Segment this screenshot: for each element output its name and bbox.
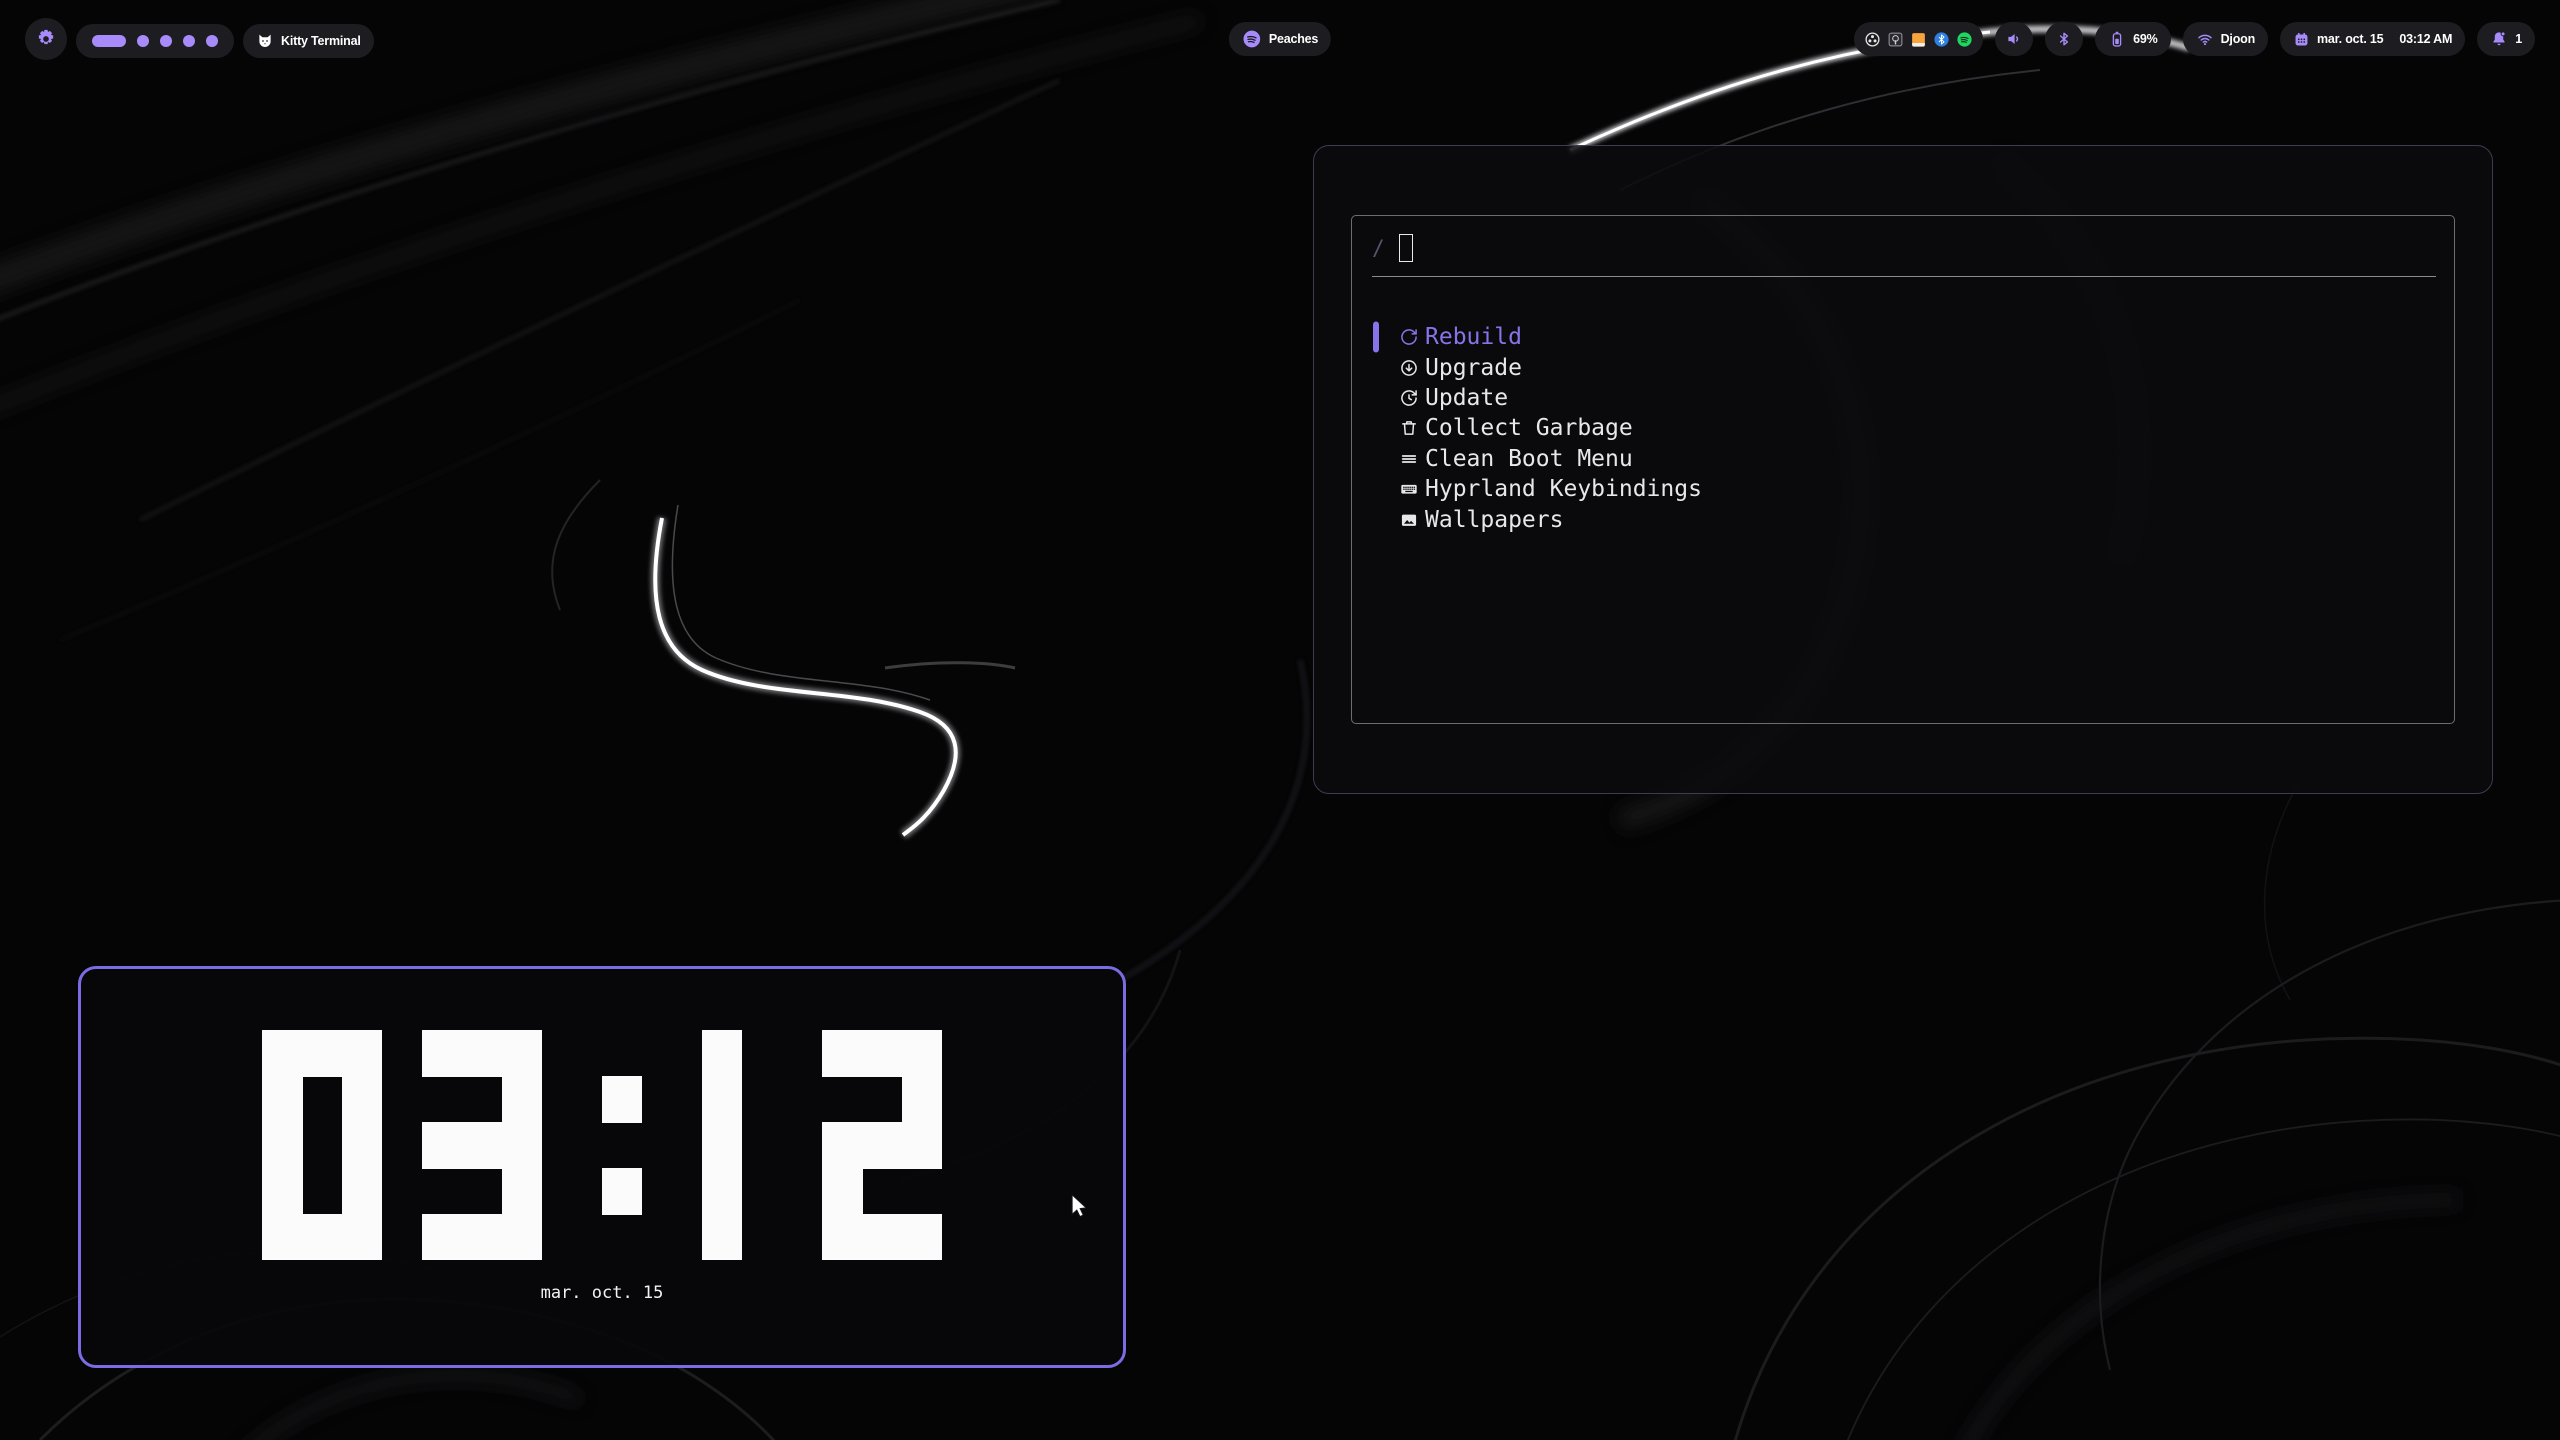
- launcher-menu-inner: / Rebuild Upgrade: [1351, 215, 2455, 724]
- menu-item-rebuild[interactable]: Rebuild: [1373, 322, 2434, 352]
- menu-item-label: Hyprland Keybindings: [1425, 476, 1702, 502]
- bar-left-group: Kitty Terminal: [25, 22, 374, 60]
- menu-item-label: Rebuild: [1425, 324, 1522, 350]
- desktop: Kitty Terminal Peaches: [0, 0, 2560, 1440]
- image-icon: [1399, 510, 1419, 530]
- workspaces-pill: [76, 24, 234, 58]
- selection-indicator: [1373, 322, 1379, 353]
- tray-obs-icon[interactable]: [1864, 31, 1881, 48]
- datetime-pill[interactable]: mar. oct. 15 03:12 AM: [2280, 22, 2465, 56]
- clock-widget: mar. oct. 15: [78, 966, 1126, 1368]
- network-pill[interactable]: Djoon: [2183, 22, 2268, 56]
- clock-glyph-2: [822, 1030, 942, 1260]
- menu-item-label: Upgrade: [1425, 355, 1522, 381]
- menu-item-collect-garbage[interactable]: Collect Garbage: [1373, 413, 2434, 443]
- launcher-button[interactable]: [25, 18, 67, 60]
- keyboard-icon: [1399, 479, 1419, 499]
- active-window-title: Kitty Terminal: [281, 34, 361, 48]
- spotify-icon: [1242, 29, 1262, 49]
- menu-item-hyprland-keybindings[interactable]: Hyprland Keybindings: [1373, 474, 2434, 504]
- bell-icon: [2490, 30, 2508, 48]
- tray-bluetooth-icon[interactable]: [1933, 31, 1950, 48]
- volume-button[interactable]: [1995, 22, 2033, 56]
- nix-gear-icon: [35, 28, 57, 50]
- battery-percent: 69%: [2133, 32, 2157, 46]
- notifications-pill[interactable]: 1: [2477, 22, 2535, 56]
- battery-pill[interactable]: 69%: [2095, 22, 2170, 56]
- datetime-time: 03:12 AM: [2399, 32, 2452, 46]
- menu-item-clean-boot-menu[interactable]: Clean Boot Menu: [1373, 444, 2434, 474]
- bar-center-group: Peaches: [1229, 22, 1331, 56]
- menu-item-label: Collect Garbage: [1425, 415, 1633, 441]
- search-input[interactable]: /: [1372, 228, 1413, 268]
- network-ssid: Djoon: [2221, 32, 2255, 46]
- workspace-dot-1[interactable]: [92, 35, 126, 47]
- rebuild-icon: [1399, 327, 1419, 347]
- bluetooth-icon: [2055, 30, 2073, 48]
- cat-icon: [256, 32, 274, 50]
- search-prompt: /: [1372, 236, 1385, 260]
- workspace-dot-5[interactable]: [206, 35, 218, 47]
- media-title: Peaches: [1269, 32, 1318, 46]
- clock-glyph-0: [262, 1030, 382, 1260]
- clock-date: mar. oct. 15: [81, 1283, 1123, 1303]
- clock-glyph-1: [702, 1030, 742, 1260]
- bluetooth-button[interactable]: [2045, 22, 2083, 56]
- menu-list: Rebuild Upgrade Update: [1373, 322, 2434, 535]
- speaker-icon: [2005, 30, 2023, 48]
- datetime-date: mar. oct. 15: [2317, 32, 2383, 46]
- menu-item-upgrade[interactable]: Upgrade: [1373, 352, 2434, 382]
- wifi-icon: [2196, 30, 2214, 48]
- battery-icon: [2108, 30, 2126, 48]
- bar-right-group: 69% Djoon: [1854, 22, 2535, 56]
- text-cursor: [1399, 234, 1413, 262]
- workspace-dot-3[interactable]: [160, 35, 172, 47]
- tray-spotify-icon[interactable]: [1956, 31, 1973, 48]
- workspace-dot-4[interactable]: [183, 35, 195, 47]
- upgrade-icon: [1399, 358, 1419, 378]
- clock-glyph-3: [422, 1030, 542, 1260]
- update-icon: [1399, 388, 1419, 408]
- clock-time-display: [262, 1030, 942, 1260]
- media-pill[interactable]: Peaches: [1229, 22, 1331, 56]
- menu-item-label: Wallpapers: [1425, 507, 1563, 533]
- menu-item-update[interactable]: Update: [1373, 383, 2434, 413]
- menu-item-label: Update: [1425, 385, 1508, 411]
- search-separator: [1372, 276, 2436, 277]
- active-window-pill[interactable]: Kitty Terminal: [243, 24, 374, 58]
- calendar-icon: [2293, 31, 2310, 48]
- trash-icon: [1399, 418, 1419, 438]
- mouse-cursor: [1064, 1192, 1092, 1220]
- workspace-dot-2[interactable]: [137, 35, 149, 47]
- system-tray: [1854, 22, 1983, 56]
- notifications-count: 1: [2515, 32, 2522, 46]
- menu-item-label: Clean Boot Menu: [1425, 446, 1633, 472]
- launcher-menu-panel: / Rebuild Upgrade: [1313, 145, 2493, 794]
- tray-files-icon[interactable]: [1910, 31, 1927, 48]
- menu-item-wallpapers[interactable]: Wallpapers: [1373, 504, 2434, 534]
- tray-keepassxc-icon[interactable]: [1887, 31, 1904, 48]
- list-icon: [1399, 449, 1419, 469]
- clock-glyph-colon: [602, 1030, 642, 1260]
